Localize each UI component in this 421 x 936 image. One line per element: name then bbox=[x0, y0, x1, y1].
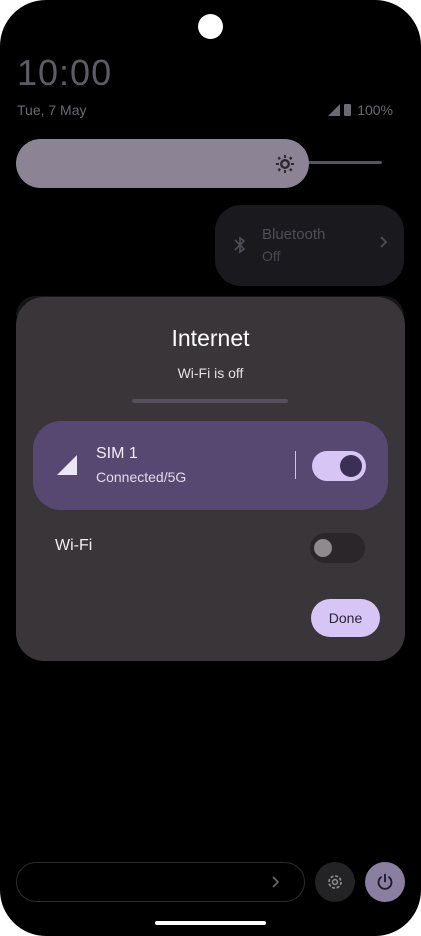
settings-icon bbox=[328, 875, 342, 889]
done-button[interactable]: Done bbox=[311, 599, 380, 637]
sim-separator bbox=[295, 451, 296, 479]
battery-percent: 100% bbox=[357, 102, 393, 118]
bluetooth-tile[interactable]: Bluetooth Off bbox=[215, 205, 404, 286]
brightness-slider-track[interactable] bbox=[300, 161, 382, 164]
camera-cutout bbox=[198, 14, 223, 39]
internet-dialog: Internet Wi-Fi is off SIM 1 Connected/5G… bbox=[16, 297, 405, 661]
dialog-subtitle: Wi-Fi is off bbox=[177, 365, 244, 381]
wifi-label: Wi-Fi bbox=[55, 537, 93, 554]
cell-signal-icon bbox=[328, 104, 341, 116]
clock: 10:00 bbox=[17, 52, 113, 93]
home-indicator[interactable] bbox=[155, 921, 266, 925]
divider bbox=[132, 399, 288, 403]
footer-pill[interactable] bbox=[16, 862, 305, 902]
brightness-icon bbox=[276, 155, 294, 173]
power-button[interactable] bbox=[365, 862, 405, 902]
sim-toggle[interactable] bbox=[312, 451, 366, 481]
date: Tue, 7 May bbox=[17, 102, 87, 118]
chevron-right-icon bbox=[380, 236, 388, 248]
settings-button[interactable] bbox=[315, 862, 355, 902]
status-icons: 100% bbox=[328, 102, 393, 118]
bluetooth-icon bbox=[234, 236, 246, 254]
bluetooth-title: Bluetooth bbox=[262, 226, 326, 243]
brightness-slider[interactable] bbox=[16, 139, 309, 188]
power-icon bbox=[377, 873, 393, 890]
chevron-right-icon bbox=[272, 876, 279, 888]
toggle-knob bbox=[340, 455, 362, 477]
sim-name: SIM 1 bbox=[96, 445, 138, 462]
sim-row[interactable]: SIM 1 Connected/5G bbox=[33, 421, 388, 510]
wifi-toggle[interactable] bbox=[310, 533, 365, 563]
bluetooth-state: Off bbox=[262, 248, 281, 264]
cell-signal-icon bbox=[57, 455, 77, 475]
battery-icon bbox=[344, 104, 352, 116]
sim-status: Connected/5G bbox=[96, 469, 187, 485]
phone-screen: 10:00 Tue, 7 May 100% Bluetooth Off Inte… bbox=[0, 0, 421, 936]
toggle-knob bbox=[314, 539, 332, 557]
dialog-title: Internet bbox=[171, 325, 250, 351]
